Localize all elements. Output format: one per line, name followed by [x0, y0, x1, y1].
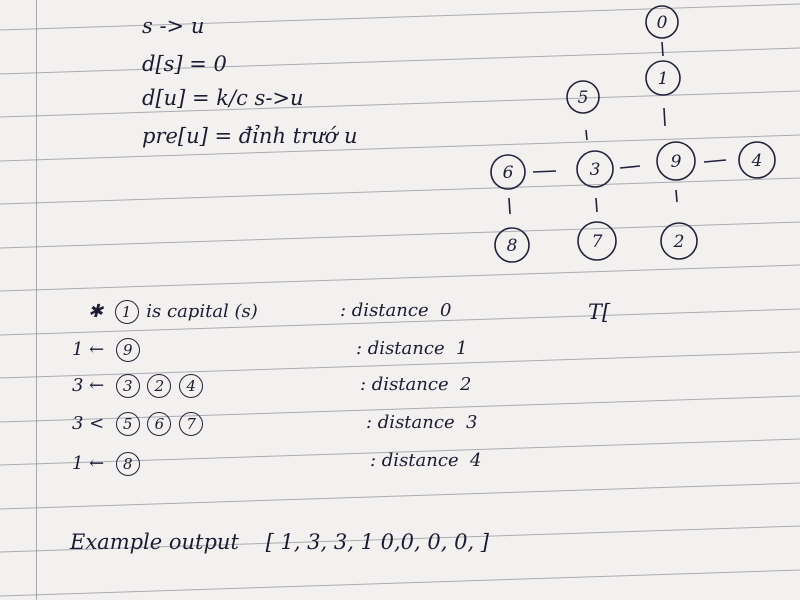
circled-node: 9 — [115, 338, 140, 362]
node-label-9: 9 — [671, 152, 682, 172]
row-prefix: 3 ← — [72, 375, 105, 396]
node-label-8: 8 — [507, 236, 518, 256]
bullet-mark: ✱ — [88, 301, 109, 322]
row-prefix: 1 ← — [72, 453, 105, 474]
distance-value: 2 — [460, 374, 472, 395]
distance-row-1: : distance 0 — [340, 300, 452, 321]
circled-node: 5 — [115, 412, 140, 436]
example-label: Example output — [70, 530, 239, 554]
distance-row-2: : distance 1 — [356, 338, 468, 359]
circled-node: 7 — [179, 412, 204, 436]
node-label-1: 1 — [658, 69, 669, 89]
bfs-row-4: 3 < 5 6 7 — [72, 412, 205, 436]
bfs-row-1: ✱ 1 is capital (s) — [88, 300, 258, 324]
distance-label: : distance — [356, 338, 445, 359]
circled-node: 2 — [147, 374, 172, 398]
node-label-6: 6 — [503, 163, 514, 183]
edge-9-4 — [703, 159, 727, 163]
bfs-row-2: 1 ← 9 — [72, 338, 142, 362]
example-output: Example output [ 1, 3, 3, 1 0,0, 0, 0, ] — [70, 530, 489, 554]
edge-3-7 — [595, 197, 598, 213]
distance-label: : distance — [340, 300, 429, 321]
edge-6-3 — [532, 170, 557, 173]
distance-value: 1 — [456, 338, 468, 359]
bfs-row-5: 1 ← 8 — [72, 452, 142, 476]
distance-value: 3 — [466, 412, 478, 433]
node-label-7: 7 — [592, 232, 603, 252]
distance-row-5: : distance 4 — [370, 450, 482, 471]
edge-3-9 — [619, 165, 641, 169]
distance-label: : distance — [370, 450, 459, 471]
edge-9-2 — [675, 189, 678, 203]
distance-row-3: : distance 2 — [360, 374, 472, 395]
distance-value: 0 — [440, 300, 452, 321]
node-label-4: 4 — [751, 151, 763, 171]
node-label-5: 5 — [578, 88, 589, 108]
circled-node: 3 — [115, 374, 140, 398]
distance-row-4: : distance 3 — [366, 412, 478, 433]
circled-node: 6 — [147, 412, 172, 436]
circled-node: 1 — [114, 300, 139, 324]
edge-1-9 — [663, 107, 666, 127]
node-label-2: 2 — [673, 232, 685, 252]
row-prefix: 1 ← — [72, 339, 105, 360]
row-prefix: 3 < — [72, 413, 105, 434]
tc-note: T[ — [588, 300, 611, 324]
node-label-3: 3 — [590, 160, 601, 180]
distance-label: : distance — [360, 374, 449, 395]
edge-6-8 — [508, 197, 511, 215]
circled-node: 4 — [179, 374, 204, 398]
distance-value: 4 — [470, 450, 482, 471]
bfs-row-3: 3 ← 3 2 4 — [72, 374, 205, 398]
edge-0-1 — [661, 41, 664, 57]
edge-5-3 — [585, 129, 588, 141]
circled-node: 8 — [115, 452, 140, 476]
distance-label: : distance — [366, 412, 455, 433]
capital-text: is capital (s) — [146, 301, 258, 322]
example-value: [ 1, 3, 3, 1 0,0, 0, 0, ] — [265, 530, 489, 554]
node-label-0: 0 — [657, 13, 668, 33]
